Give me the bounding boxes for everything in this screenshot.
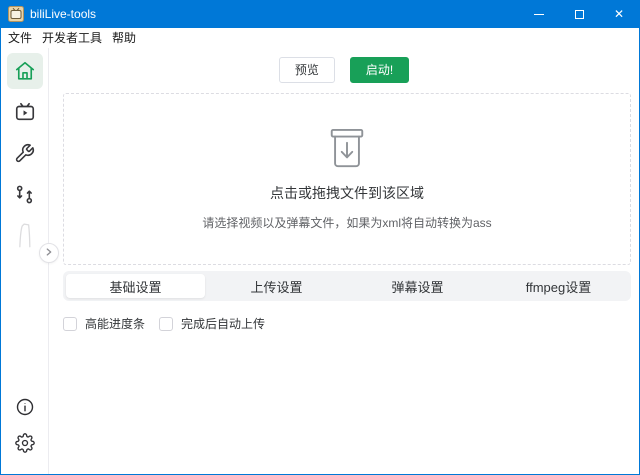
checkbox-auto-upload-after-finish[interactable] [159, 317, 173, 331]
sidebar-collapse-handle[interactable] [39, 243, 59, 263]
titlebar: biliLive-tools ✕ [1, 0, 639, 28]
gear-icon [15, 433, 35, 458]
window-title: biliLive-tools [30, 0, 519, 28]
archive-download-icon [324, 128, 370, 170]
menu-item-devtools[interactable]: 开发者工具 [37, 28, 107, 48]
dropzone-sub-text: 请选择视频以及弹幕文件，如果为xml将自动转换为ass [202, 214, 491, 231]
actions-row: 预览 启动! [49, 48, 639, 83]
git-compare-icon [14, 184, 35, 205]
sketch-outline-icon [12, 220, 38, 250]
sidebar-item-home[interactable] [7, 53, 43, 89]
sidebar-item-settings[interactable] [10, 430, 40, 460]
close-icon: ✕ [614, 8, 624, 20]
home-icon [14, 60, 36, 82]
sidebar-item-video[interactable] [7, 94, 43, 130]
tab-ffmpeg-settings[interactable]: ffmpeg设置 [489, 274, 628, 298]
sidebar-item-about[interactable] [10, 394, 40, 424]
main-content: 预览 启动! 点击或拖拽文件到该区域 请选择视频以及弹幕文件，如果为xml将自动… [49, 48, 639, 474]
tab-basic-settings[interactable]: 基础设置 [66, 274, 205, 298]
file-dropzone[interactable]: 点击或拖拽文件到该区域 请选择视频以及弹幕文件，如果为xml将自动转换为ass [63, 93, 631, 265]
info-icon [15, 397, 35, 422]
window-controls: ✕ [519, 0, 639, 28]
sidebar-item-mascot[interactable] [7, 217, 43, 253]
sidebar-item-convert[interactable] [7, 176, 43, 212]
body-row: 预览 启动! 点击或拖拽文件到该区域 请选择视频以及弹幕文件，如果为xml将自动… [1, 48, 639, 474]
app-window: biliLive-tools ✕ 文件 开发者工具 帮助 [0, 0, 640, 475]
tab-upload-settings[interactable]: 上传设置 [207, 274, 346, 298]
preview-button[interactable]: 预览 [279, 57, 335, 83]
option-auto-upload-after-finish[interactable]: 完成后自动上传 [159, 315, 265, 332]
options-row: 高能进度条 完成后自动上传 [63, 315, 631, 332]
sidebar-item-tools[interactable] [7, 135, 43, 171]
start-button[interactable]: 启动! [350, 57, 409, 83]
chevron-right-icon [44, 244, 54, 262]
tab-danmaku-settings[interactable]: 弹幕设置 [348, 274, 487, 298]
settings-tabbar: 基础设置 上传设置 弹幕设置 ffmpeg设置 [63, 271, 631, 301]
close-button[interactable]: ✕ [599, 0, 639, 28]
menubar: 文件 开发者工具 帮助 [1, 28, 639, 48]
checkbox-label-auto-upload-after-finish: 完成后自动上传 [181, 315, 265, 332]
minimize-button[interactable] [519, 0, 559, 28]
app-icon [8, 6, 24, 22]
maximize-icon [575, 10, 584, 19]
tv-play-icon [14, 101, 36, 123]
option-high-energy-progress[interactable]: 高能进度条 [63, 315, 145, 332]
checkbox-label-high-energy-progress: 高能进度条 [85, 315, 145, 332]
wrench-icon [14, 143, 35, 164]
sidebar [1, 48, 49, 474]
maximize-button[interactable] [559, 0, 599, 28]
dropzone-main-text: 点击或拖拽文件到该区域 [270, 183, 424, 203]
checkbox-high-energy-progress[interactable] [63, 317, 77, 331]
menu-item-file[interactable]: 文件 [3, 28, 37, 48]
menu-item-help[interactable]: 帮助 [107, 28, 141, 48]
minimize-icon [534, 14, 544, 15]
